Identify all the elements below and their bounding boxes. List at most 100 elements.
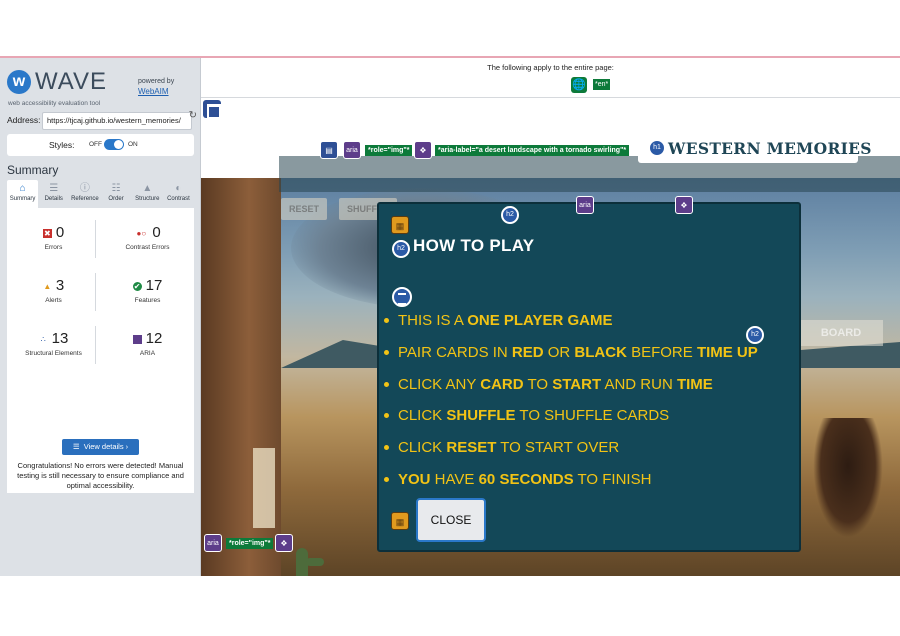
structure-icon: ▲ xyxy=(142,183,153,194)
styles-toggle[interactable] xyxy=(104,139,124,150)
alert-marker-icon[interactable]: ▦ xyxy=(391,512,409,530)
wave-tabs: ⌂ Summary ☰ Details ⓘ Reference ☷ Order … xyxy=(7,180,194,208)
wave-logo[interactable]: w WAVE web accessibility evaluation tool xyxy=(7,68,117,108)
styles-on-label: ON xyxy=(128,141,138,148)
tab-label: Details xyxy=(44,196,63,202)
tab-order[interactable]: ☷ Order xyxy=(101,180,132,208)
role-img-tag[interactable]: *role="img"* xyxy=(226,538,274,549)
info-icon: ⓘ xyxy=(79,183,90,194)
alert-icon: ▲ xyxy=(43,281,52,291)
board-label: BOARD xyxy=(799,320,883,346)
wave-logo-text: WAVE xyxy=(35,68,108,95)
contrast-errors-label: Contrast Errors xyxy=(125,244,170,251)
tab-structure[interactable]: ▲ Structure xyxy=(132,180,163,208)
alerts-stat[interactable]: ▲ 3 Alerts xyxy=(7,267,100,317)
aria-marker-icon[interactable]: aria xyxy=(343,141,361,159)
errors-stat[interactable]: ✖ 0 Errors xyxy=(7,214,100,264)
lang-tag[interactable]: *en* xyxy=(593,79,611,90)
list-item: CLICK RESET TO START OVER xyxy=(383,439,758,471)
summary-heading: Summary xyxy=(7,163,59,177)
refresh-icon[interactable]: ↻ xyxy=(189,110,197,121)
webaim-link[interactable]: WebAIM xyxy=(138,87,169,96)
contrast-errors-stat[interactable]: ●○ 0 Contrast Errors xyxy=(101,214,194,264)
tab-contrast[interactable]: ◐ Contrast xyxy=(163,180,194,208)
modal-title: HOW TO PLAY xyxy=(413,236,535,255)
list-item: CLICK ANY CARD TO START AND RUN TIME xyxy=(383,376,758,408)
tab-reference[interactable]: ⓘ Reference xyxy=(69,180,100,208)
structure-icon: ∴ xyxy=(40,334,46,344)
contrast-errors-count: 0 xyxy=(152,224,161,241)
divider xyxy=(95,220,96,258)
contrast-icon: ◐ xyxy=(175,183,182,194)
tab-label: Order xyxy=(108,196,124,202)
powered-by-label: powered by xyxy=(138,78,175,85)
errors-count: 0 xyxy=(55,224,65,241)
list-marker-icon[interactable] xyxy=(392,287,412,307)
aria-marker-icon[interactable]: aria xyxy=(204,534,222,552)
globe-icon[interactable]: 🌐 xyxy=(571,77,587,93)
feature-icon: ✔ xyxy=(132,281,142,291)
title-banner: h1 WESTERN MEMORIES xyxy=(638,133,871,163)
alerts-label: Alerts xyxy=(45,297,62,304)
structure-marker-icon[interactable]: ▤ xyxy=(320,141,338,159)
alerts-count: 3 xyxy=(55,277,65,294)
structural-stat[interactable]: ∴ 13 Structural Elements xyxy=(7,320,100,370)
divider xyxy=(95,326,96,364)
styles-off-label: OFF xyxy=(89,141,102,148)
rules-list: THIS IS A ONE PLAYER GAME PAIR CARDS IN … xyxy=(383,312,758,503)
features-label: Features xyxy=(134,297,161,304)
tab-details[interactable]: ☰ Details xyxy=(38,180,69,208)
role-img-tag[interactable]: *role="img"* xyxy=(365,145,413,156)
list-item: THIS IS A ONE PLAYER GAME xyxy=(383,312,758,344)
error-icon: ✖ xyxy=(42,228,52,238)
page-wide-text: The following apply to the entire page: xyxy=(487,63,614,72)
wave-logo-icon: w xyxy=(7,70,31,94)
list-icon: ☰ xyxy=(49,183,59,194)
h2-marker-icon[interactable]: h2 xyxy=(392,240,410,258)
list-icon: ☰ xyxy=(72,442,84,451)
order-icon: ☷ xyxy=(111,183,121,194)
list-item: CLICK SHUFFLE TO SHUFFLE CARDS xyxy=(383,407,758,439)
page-title: WESTERN MEMORIES xyxy=(668,139,872,158)
tab-label: Contrast xyxy=(167,196,190,202)
structure-marker-icon[interactable] xyxy=(203,100,221,119)
view-details-label: View details › xyxy=(83,442,129,451)
view-details-button[interactable]: ☰ View details › xyxy=(62,439,139,455)
styles-label: Styles: xyxy=(49,140,75,150)
aria-label-marker-icon[interactable]: ❖ xyxy=(675,196,693,214)
tab-label: Reference xyxy=(71,196,99,202)
features-count: 17 xyxy=(145,277,163,294)
aria-label-marker-icon[interactable]: ❖ xyxy=(414,141,432,159)
styles-toggle-row: Styles: OFF ON xyxy=(7,134,194,156)
close-button[interactable]: CLOSE xyxy=(416,498,486,542)
features-stat[interactable]: ✔ 17 Features xyxy=(101,267,194,317)
address-label: Address: xyxy=(7,115,41,125)
alert-marker-icon[interactable]: ▦ xyxy=(391,216,409,234)
tab-summary[interactable]: ⌂ Summary xyxy=(7,180,39,208)
tab-label: Structure xyxy=(135,196,160,202)
cactus-arm xyxy=(306,558,324,566)
cowboy-rider xyxy=(813,418,883,538)
aria-stat[interactable]: 12 ARIA xyxy=(101,320,194,370)
home-icon: ⌂ xyxy=(19,183,26,194)
scene-glow xyxy=(253,448,275,528)
page-wide-annotations: The following apply to the entire page: … xyxy=(201,58,900,98)
aria-label-marker-icon[interactable]: ❖ xyxy=(275,534,293,552)
h1-marker-icon[interactable]: h1 xyxy=(648,139,666,157)
game-page: RESET SHUFFLE BOARD ▤ aria *role="img"* … xyxy=(201,98,900,576)
address-input[interactable]: https://tjcaj.github.io/western_memories… xyxy=(42,112,192,130)
errors-label: Errors xyxy=(44,244,63,251)
congrats-message: Congratulations! No errors were detected… xyxy=(17,461,184,490)
aria-label-tag[interactable]: *aria-label="a desert landscape with a t… xyxy=(435,145,630,156)
reset-button[interactable]: RESET xyxy=(281,198,328,220)
summary-panel: ✖ 0 Errors ●○ 0 Contrast Errors ▲ 3 Alerts … xyxy=(7,208,194,493)
aria-marker-icon[interactable]: aria xyxy=(576,196,594,214)
structural-label: Structural Elements xyxy=(25,350,82,357)
address-value: https://tjcaj.github.io/western_memories… xyxy=(47,116,181,125)
wave-sidebar: w WAVE web accessibility evaluation tool… xyxy=(0,58,201,576)
how-to-play-modal: ▦ h2 aria ❖ h2 HOW TO PLAY h2 THIS IS A … xyxy=(377,196,801,552)
aria-icon xyxy=(132,334,142,344)
aria-label: ARIA xyxy=(139,350,156,357)
contrast-error-icon: ●○ xyxy=(136,228,147,238)
h2-marker-icon[interactable]: h2 xyxy=(501,206,519,224)
